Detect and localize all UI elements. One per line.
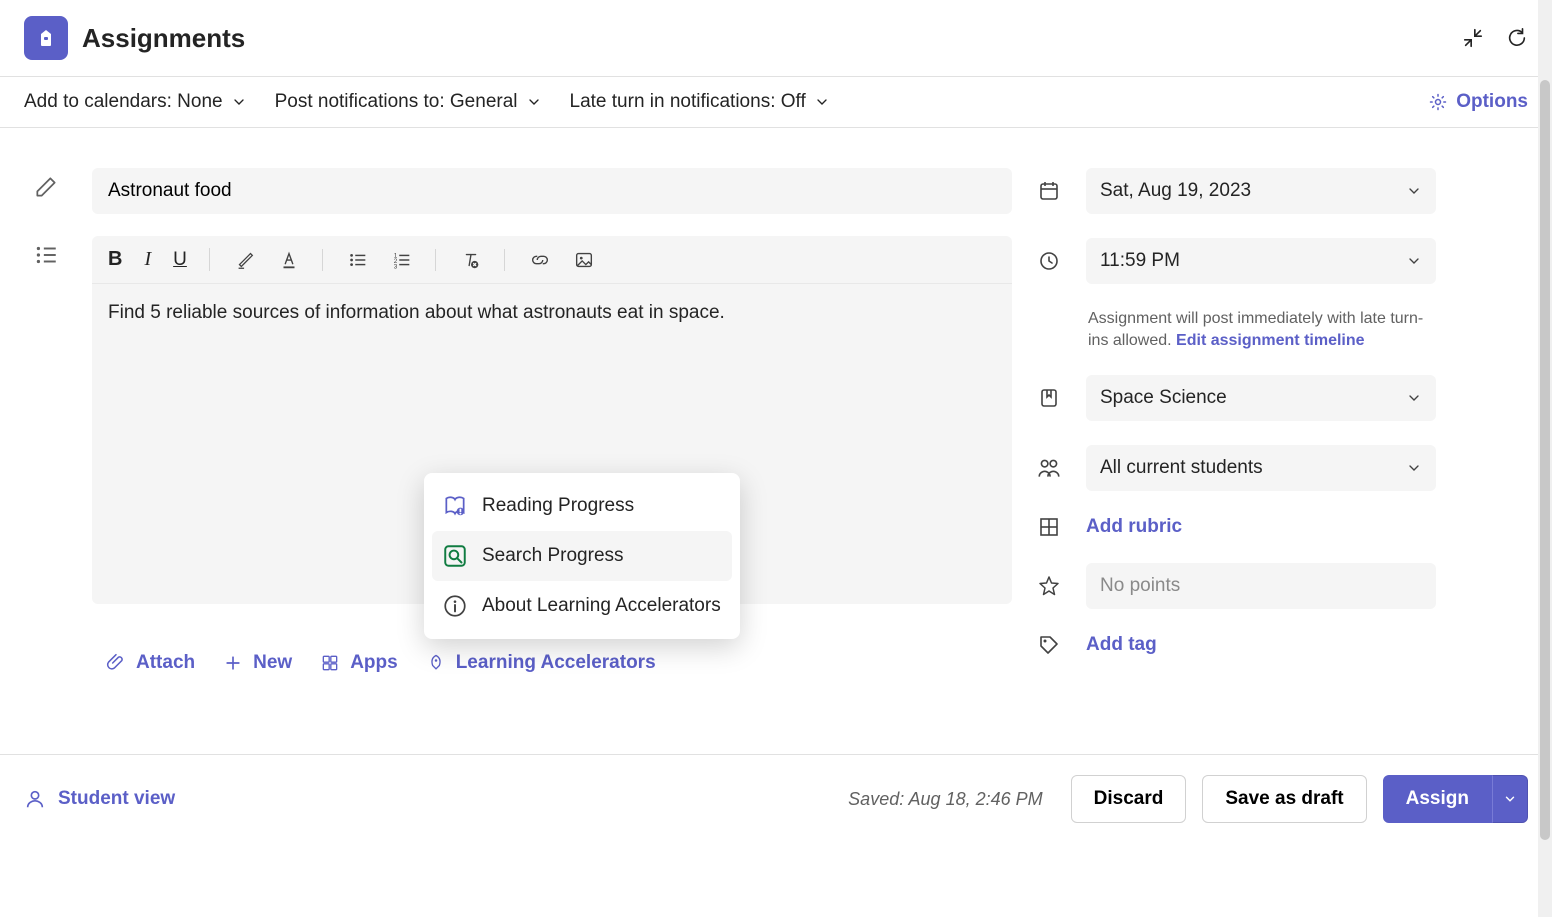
learning-accelerators-button[interactable]: Learning Accelerators: [426, 652, 656, 674]
page-title: Assignments: [82, 23, 245, 54]
underline-icon[interactable]: U: [173, 249, 187, 271]
add-tag-link[interactable]: Add tag: [1086, 634, 1157, 656]
scrollbar[interactable]: [1538, 0, 1552, 917]
bold-icon[interactable]: B: [108, 248, 122, 271]
chevron-down-icon: [1406, 253, 1422, 269]
left-rail: [24, 168, 68, 674]
edit-timeline-link[interactable]: Edit assignment timeline: [1176, 332, 1364, 349]
search-progress-item[interactable]: Search Progress: [432, 531, 732, 581]
add-rubric-link[interactable]: Add rubric: [1086, 516, 1182, 538]
footer-bar: Student view Saved: Aug 18, 2:46 PM Disc…: [0, 754, 1552, 843]
calendars-dropdown[interactable]: Add to calendars: None: [24, 91, 247, 113]
list-icon[interactable]: [33, 242, 59, 268]
person-icon: [24, 788, 46, 810]
collapse-icon[interactable]: [1462, 27, 1484, 49]
bookmark-icon: [1036, 386, 1062, 410]
tag-icon: [1036, 633, 1062, 657]
save-draft-button[interactable]: Save as draft: [1202, 775, 1366, 823]
chevron-down-icon: [1406, 390, 1422, 406]
reading-progress-icon: [442, 493, 468, 519]
chevron-down-icon: [1406, 183, 1422, 199]
due-date-selector[interactable]: Sat, Aug 19, 2023: [1086, 168, 1436, 214]
clock-icon: [1036, 249, 1062, 273]
paperclip-icon: [106, 653, 126, 673]
chevron-down-icon: [814, 94, 830, 110]
font-color-icon[interactable]: [278, 249, 300, 271]
assign-split-button: Assign: [1383, 775, 1528, 823]
new-button[interactable]: New: [223, 652, 292, 674]
assign-button[interactable]: Assign: [1383, 775, 1492, 823]
app-icon: [24, 16, 68, 60]
svg-text:3: 3: [394, 263, 398, 270]
assignment-title-input[interactable]: [92, 168, 1012, 214]
bullet-list-icon[interactable]: [347, 249, 369, 271]
attach-button[interactable]: Attach: [106, 652, 195, 674]
app-header: Assignments: [0, 0, 1552, 76]
saved-timestamp: Saved: Aug 18, 2:46 PM: [848, 789, 1042, 810]
highlight-icon[interactable]: [234, 249, 256, 271]
calendar-icon: [1036, 179, 1062, 203]
reading-progress-item[interactable]: Reading Progress: [432, 481, 732, 531]
side-panel: Sat, Aug 19, 2023 11:59 PM Assignment wi…: [1036, 168, 1436, 674]
scroll-thumb[interactable]: [1540, 80, 1550, 840]
italic-icon[interactable]: I: [144, 248, 151, 271]
discard-button[interactable]: Discard: [1071, 775, 1187, 823]
chevron-down-icon: [1503, 792, 1517, 806]
students-selector[interactable]: All current students: [1086, 445, 1436, 491]
apps-icon: [320, 653, 340, 673]
chevron-down-icon: [1406, 460, 1422, 476]
image-icon[interactable]: [573, 249, 595, 271]
rubric-icon: [1036, 515, 1062, 539]
search-progress-icon: [442, 543, 468, 569]
post-notifications-dropdown[interactable]: Post notifications to: General: [275, 91, 542, 113]
refresh-icon[interactable]: [1506, 27, 1528, 49]
clear-formatting-icon[interactable]: [460, 249, 482, 271]
plus-icon: [223, 653, 243, 673]
people-icon: [1036, 455, 1062, 481]
assign-dropdown-button[interactable]: [1492, 775, 1528, 823]
star-icon: [1036, 574, 1062, 598]
due-time-selector[interactable]: 11:59 PM: [1086, 238, 1436, 284]
timeline-note: Assignment will post immediately with la…: [1036, 308, 1436, 351]
rocket-icon: [426, 653, 446, 673]
class-selector[interactable]: Space Science: [1086, 375, 1436, 421]
student-view-button[interactable]: Student view: [24, 788, 175, 810]
options-button[interactable]: Options: [1428, 91, 1528, 113]
editor-toolbar: B I U 123: [92, 236, 1012, 284]
edit-icon[interactable]: [33, 174, 59, 200]
chevron-down-icon: [526, 94, 542, 110]
gear-icon: [1428, 92, 1448, 112]
options-toolbar: Add to calendars: None Post notification…: [0, 76, 1552, 128]
late-notifications-dropdown[interactable]: Late turn in notifications: Off: [570, 91, 830, 113]
learning-accelerators-menu: Reading Progress Search Progress About L…: [424, 473, 740, 639]
attachment-row: Attach New Apps Learning Accelerators: [92, 652, 1012, 674]
about-accelerators-item[interactable]: About Learning Accelerators: [432, 581, 732, 631]
numbered-list-icon[interactable]: 123: [391, 249, 413, 271]
info-icon: [442, 593, 468, 619]
link-icon[interactable]: [529, 249, 551, 271]
points-input[interactable]: No points: [1086, 563, 1436, 609]
apps-button[interactable]: Apps: [320, 652, 398, 674]
chevron-down-icon: [231, 94, 247, 110]
